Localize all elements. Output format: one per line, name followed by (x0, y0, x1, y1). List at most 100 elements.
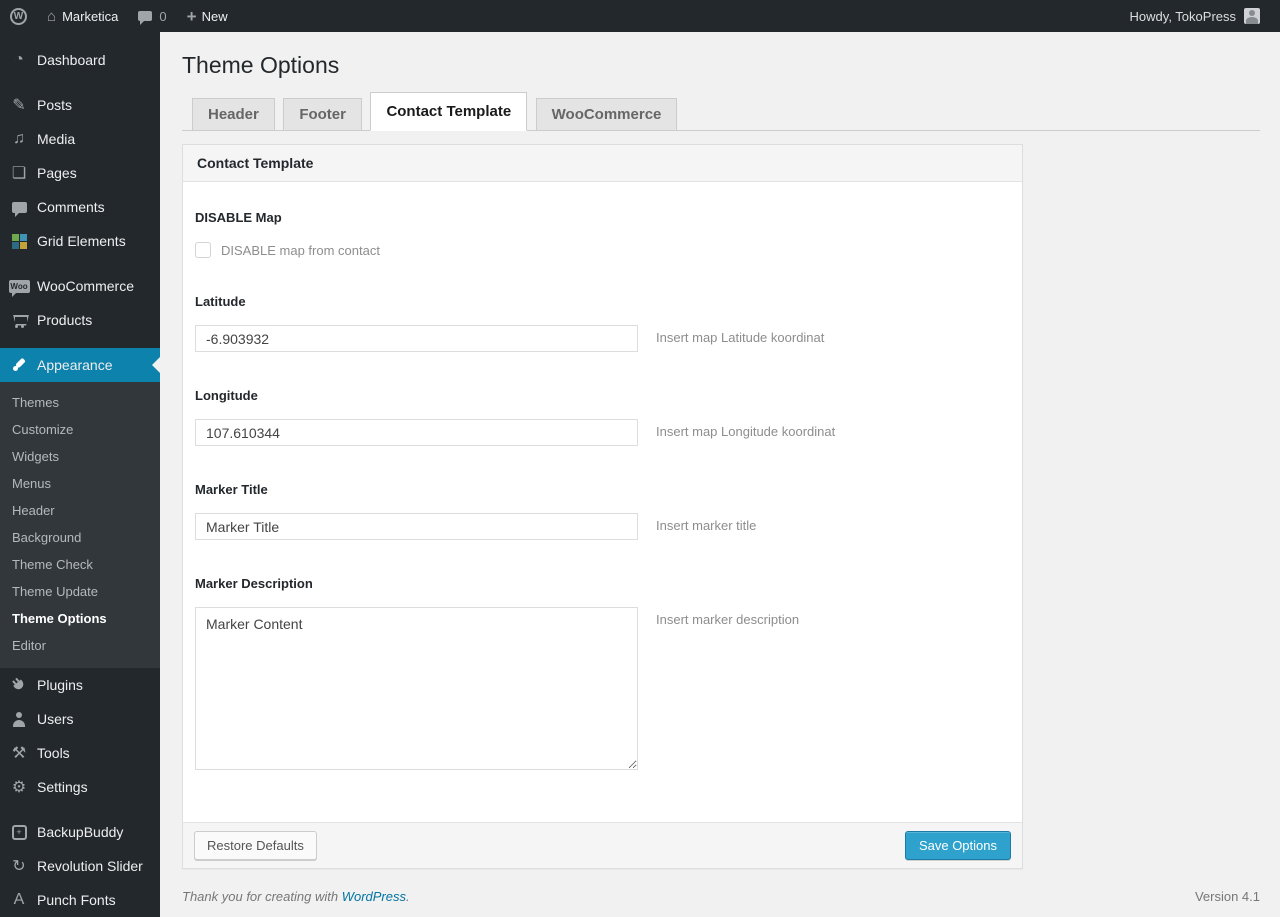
new-label: New (201, 8, 228, 24)
comment-bubble-icon (138, 11, 153, 25)
comments-admin-bar-item[interactable]: 0 (128, 0, 176, 32)
plus-icon: + (186, 6, 197, 26)
grid-elements-icon (8, 231, 30, 251)
sidebar-item-settings[interactable]: ⚙ Settings (0, 770, 160, 804)
sidebar-item-media[interactable]: ♫ Media (0, 122, 160, 156)
sidebar-item-label: Grid Elements (37, 233, 126, 249)
sidebar-item-products[interactable]: Products (0, 303, 160, 337)
latitude-input[interactable] (195, 325, 638, 352)
wordpress-menu-item[interactable]: W (0, 0, 37, 32)
sidebar-item-woocommerce[interactable]: Woo WooCommerce (0, 269, 160, 303)
current-menu-arrow (144, 357, 160, 373)
site-link[interactable]: ⌂ Marketica (37, 0, 128, 32)
comments-bubble-icon (8, 197, 30, 217)
page-title: Theme Options (182, 52, 340, 78)
comment-count: 0 (159, 8, 167, 24)
sidebar-item-label: Revolution Slider (37, 858, 143, 874)
pages-icon: ❏ (11, 165, 27, 182)
submenu-item-theme-update[interactable]: Theme Update (0, 578, 160, 605)
footer-thanks-suffix: . (406, 889, 410, 904)
longitude-help-text: Insert map Longitude koordinat (656, 424, 836, 439)
tab-woocommerce[interactable]: WooCommerce (535, 98, 678, 131)
disable-map-checkbox[interactable] (195, 242, 211, 258)
footer-thanks-text: Thank you for creating with WordPress. (182, 889, 410, 904)
latitude-label: Latitude (195, 294, 246, 309)
sidebar-item-appearance[interactable]: Appearance (0, 348, 160, 382)
sidebar-item-label: Products (37, 312, 93, 328)
longitude-input[interactable] (195, 419, 638, 446)
sidebar-item-users[interactable]: Users (0, 702, 160, 736)
submenu-item-widgets[interactable]: Widgets (0, 443, 160, 470)
tab-footer[interactable]: Footer (283, 98, 362, 131)
submenu-item-background[interactable]: Background (0, 524, 160, 551)
revolution-slider-icon: ↻ (12, 858, 26, 875)
contact-template-panel: Contact Template DISABLE Map DISABLE map… (182, 144, 1023, 869)
panel-body: DISABLE Map DISABLE map from contact Lat… (183, 182, 1022, 822)
sidebar-item-label: Appearance (37, 357, 113, 373)
submenu-item-themes[interactable]: Themes (0, 389, 160, 416)
restore-defaults-button[interactable]: Restore Defaults (194, 831, 317, 860)
my-account-menu-item[interactable]: Howdy, TokoPress (1120, 0, 1280, 32)
appearance-brush-icon (8, 355, 30, 375)
woocommerce-icon: Woo (8, 279, 30, 297)
disable-map-checkbox-label: DISABLE map from contact (221, 242, 380, 258)
cart-icon (8, 310, 30, 330)
site-name: Marketica (62, 8, 119, 24)
wordpress-link[interactable]: WordPress (342, 889, 406, 904)
main-content: Theme Options Header Footer Contact Temp… (160, 32, 1280, 917)
avatar (1244, 8, 1260, 24)
sidebar-item-label: Users (37, 711, 74, 727)
sidebar-item-label: Punch Fonts (37, 892, 116, 908)
sidebar-item-revolution-slider[interactable]: ↻ Revolution Slider (0, 849, 160, 883)
save-options-button[interactable]: Save Options (904, 831, 1011, 860)
sidebar-item-punch-fonts[interactable]: A Punch Fonts (0, 883, 160, 917)
latitude-help-text: Insert map Latitude koordinat (656, 330, 825, 345)
sidebar-item-grid-elements[interactable]: Grid Elements (0, 224, 160, 258)
marker-title-help-text: Insert marker title (656, 518, 757, 533)
disable-map-label: DISABLE Map (195, 210, 282, 225)
media-icon: ♫ (13, 130, 25, 147)
sidebar-item-label: Plugins (37, 677, 83, 693)
submenu-item-editor[interactable]: Editor (0, 632, 160, 659)
page-footer: Thank you for creating with WordPress. V… (182, 889, 1260, 904)
dashboard-icon: ◔ (14, 51, 24, 68)
sidebar-item-comments[interactable]: Comments (0, 190, 160, 224)
sidebar-item-tools[interactable]: ⚒ Tools (0, 736, 160, 770)
submenu-item-header[interactable]: Header (0, 497, 160, 524)
punch-fonts-icon: A (13, 891, 25, 908)
sidebar-item-label: BackupBuddy (37, 824, 124, 840)
sidebar-item-dashboard[interactable]: ◔ Dashboard (0, 43, 160, 77)
sidebar-item-label: WooCommerce (37, 278, 134, 294)
backupbuddy-icon: + (8, 822, 30, 842)
marker-description-field: Marker Description Marker Content Insert… (195, 576, 1010, 770)
submenu-item-customize[interactable]: Customize (0, 416, 160, 443)
tools-icon: ⚒ (11, 745, 27, 762)
wordpress-logo-icon: W (10, 7, 27, 25)
theme-options-tabs: Header Footer Contact Template WooCommer… (182, 92, 1260, 131)
sidebar-item-plugins[interactable]: Plugins (0, 668, 160, 702)
marker-description-textarea[interactable]: Marker Content (195, 607, 638, 770)
admin-bar-left: W ⌂ Marketica 0 + New (0, 0, 238, 32)
plug-icon (8, 675, 30, 695)
panel-header: Contact Template (183, 145, 1022, 182)
sidebar-item-label: Pages (37, 165, 77, 181)
marker-title-field: Marker Title Insert marker title (195, 482, 1010, 540)
marker-description-label: Marker Description (195, 576, 313, 591)
sidebar-item-posts[interactable]: ✎ Posts (0, 88, 160, 122)
sidebar-item-pages[interactable]: ❏ Pages (0, 156, 160, 190)
submenu-item-theme-options[interactable]: Theme Options (0, 605, 160, 632)
admin-bar: W ⌂ Marketica 0 + New Howdy, TokoPress (0, 0, 1280, 32)
tab-contact-template[interactable]: Contact Template (370, 92, 528, 131)
sidebar-item-label: Posts (37, 97, 73, 113)
howdy-text: Howdy, TokoPress (1129, 8, 1236, 24)
submenu-item-theme-check[interactable]: Theme Check (0, 551, 160, 578)
version-text: Version 4.1 (1194, 889, 1260, 904)
appearance-submenu: Themes Customize Widgets Menus Header Ba… (0, 382, 160, 668)
tab-header[interactable]: Header (192, 98, 275, 131)
settings-icon: ⚙ (11, 779, 27, 796)
submenu-item-menus[interactable]: Menus (0, 470, 160, 497)
marker-title-input[interactable] (195, 513, 638, 540)
marker-title-label: Marker Title (195, 482, 268, 497)
sidebar-item-backupbuddy[interactable]: + BackupBuddy (0, 815, 160, 849)
new-content-menu-item[interactable]: + New (177, 0, 238, 32)
